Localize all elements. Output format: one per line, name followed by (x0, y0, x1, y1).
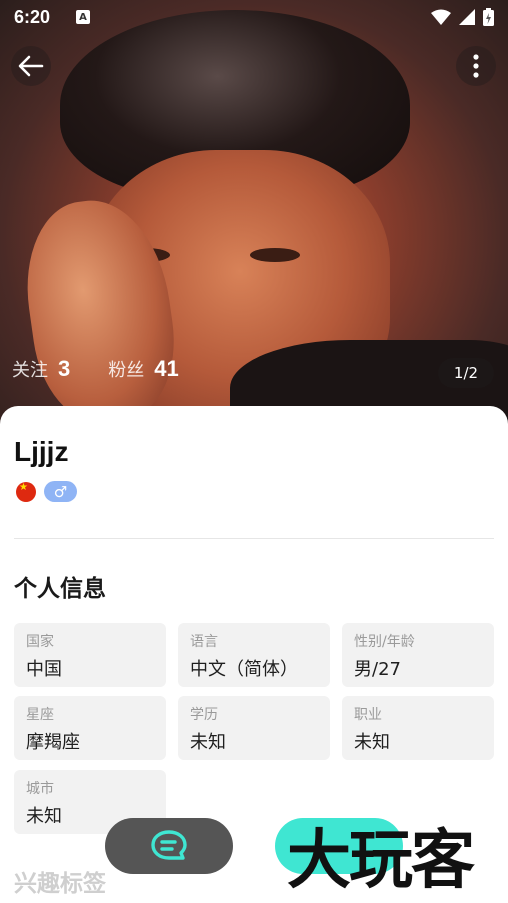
follow-stats: 关注 3 粉丝 41 (12, 356, 217, 382)
chat-icon (151, 830, 187, 860)
divider (14, 538, 494, 539)
more-options-button[interactable] (456, 46, 496, 86)
following-stat[interactable]: 关注 3 (12, 356, 70, 382)
china-flag-icon (16, 481, 36, 502)
battery-charging-icon (483, 8, 494, 26)
status-time: 6:20 (14, 6, 51, 27)
photo-eye-shape (250, 248, 300, 262)
info-value: 中国 (26, 659, 62, 680)
info-value: 未知 (190, 732, 226, 753)
profile-badges: ♂ (16, 481, 77, 502)
notification-icon: A (76, 10, 91, 24)
followers-count: 41 (154, 356, 179, 381)
followers-stat[interactable]: 粉丝 41 (108, 356, 178, 382)
more-vertical-icon (473, 54, 479, 78)
info-label: 性别/年龄 (354, 634, 415, 650)
watermark-logo: 大玩客 (287, 823, 475, 898)
status-bar: 6:20 A (0, 0, 508, 34)
info-value: 未知 (354, 732, 390, 753)
following-count: 3 (58, 356, 71, 381)
info-cell-education: 学历 未知 (178, 696, 330, 760)
personal-info-title: 个人信息 (14, 576, 106, 602)
username: Ljjjz (14, 436, 69, 467)
info-label: 职业 (354, 707, 382, 723)
info-label: 城市 (26, 781, 54, 797)
chat-button[interactable] (105, 818, 233, 874)
signal-icon (459, 9, 475, 25)
interests-title: 兴趣标签 (14, 871, 106, 897)
photo-pager: 1/2 (438, 358, 494, 388)
following-label: 关注 (12, 360, 48, 381)
info-value: 摩羯座 (26, 732, 80, 753)
info-label: 学历 (190, 707, 218, 723)
status-icons (431, 8, 494, 26)
info-cell-country: 国家 中国 (14, 623, 166, 687)
back-button[interactable] (11, 46, 51, 86)
followers-label: 粉丝 (108, 360, 145, 381)
arrow-left-icon (18, 55, 44, 77)
info-cell-zodiac: 星座 摩羯座 (14, 696, 166, 760)
info-cell-occupation: 职业 未知 (342, 696, 494, 760)
wifi-icon (431, 9, 451, 25)
info-label: 国家 (26, 634, 54, 650)
gender-male-icon: ♂ (44, 481, 77, 502)
info-cell-gender-age: 性别/年龄 男/27 (342, 623, 494, 687)
info-value: 中文（简体） (190, 659, 298, 680)
info-cell-language: 语言 中文（简体） (178, 623, 330, 687)
info-value: 男/27 (354, 659, 401, 680)
info-label: 星座 (26, 707, 54, 723)
info-label: 语言 (190, 634, 218, 650)
